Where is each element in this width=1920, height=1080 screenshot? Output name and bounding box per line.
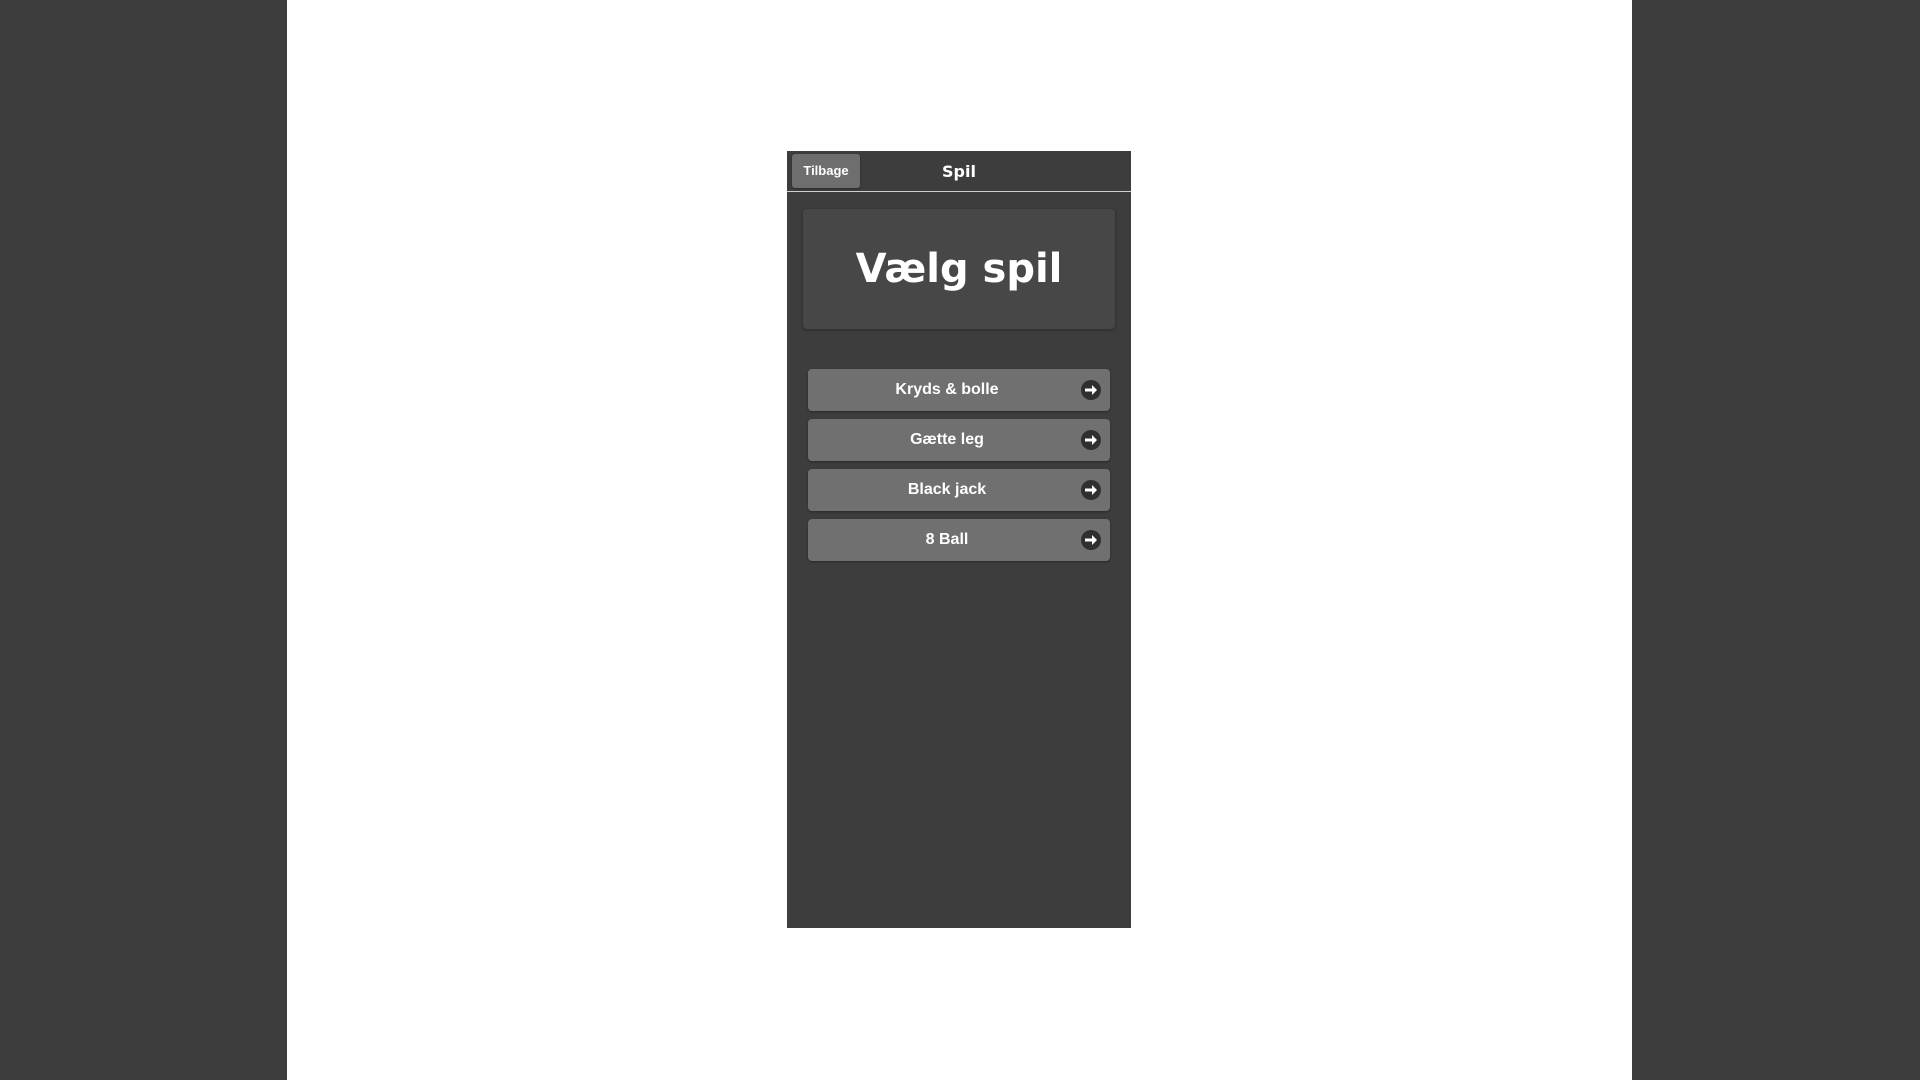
game-button-gaette-leg[interactable]: Gætte leg bbox=[808, 419, 1110, 461]
game-button-black-jack[interactable]: Black jack bbox=[808, 469, 1110, 511]
header-bar: Tilbage Spil bbox=[787, 151, 1131, 192]
page-title: Vælg spil bbox=[855, 246, 1063, 292]
arrow-right-icon bbox=[1081, 530, 1101, 550]
arrow-right-icon bbox=[1081, 380, 1101, 400]
app-screen: Tilbage Spil Vælg spil Kryds & bolle Gæt… bbox=[787, 151, 1131, 928]
back-button[interactable]: Tilbage bbox=[792, 154, 860, 188]
heading-box: Vælg spil bbox=[803, 209, 1115, 329]
arrow-right-icon bbox=[1081, 480, 1101, 500]
game-label: 8 Ball bbox=[925, 531, 969, 548]
game-button-8-ball[interactable]: 8 Ball bbox=[808, 519, 1110, 561]
game-label: Black jack bbox=[907, 481, 987, 498]
game-label: Gætte leg bbox=[910, 431, 984, 448]
game-list: Kryds & bolle Gætte leg Black jack 8 Bal… bbox=[808, 369, 1110, 569]
game-button-kryds-og-bolle[interactable]: Kryds & bolle bbox=[808, 369, 1110, 411]
arrow-right-icon bbox=[1081, 430, 1101, 450]
game-label: Kryds & bolle bbox=[895, 381, 999, 398]
